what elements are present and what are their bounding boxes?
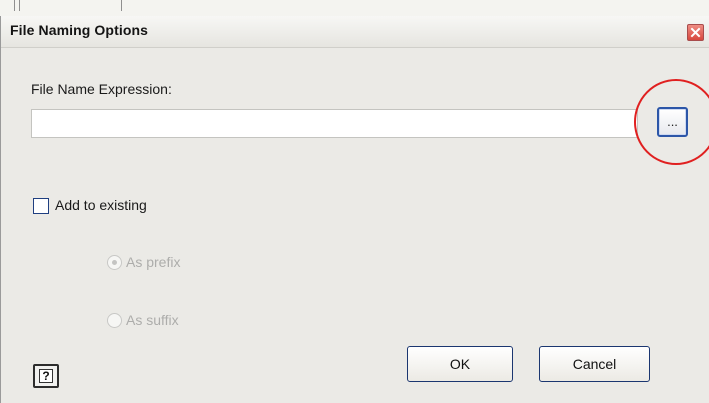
- help-icon: ?: [39, 369, 53, 383]
- background-divider: [121, 0, 122, 11]
- close-button[interactable]: [687, 24, 704, 41]
- add-to-existing-label[interactable]: Add to existing: [55, 197, 147, 213]
- as-suffix-label: As suffix: [126, 312, 179, 328]
- help-button[interactable]: ?: [33, 364, 59, 388]
- file-naming-options-dialog: File Naming Options File Name Expression…: [0, 16, 709, 403]
- file-name-expression-label: File Name Expression:: [31, 81, 172, 97]
- background-window-strip: [0, 0, 709, 16]
- background-divider: [19, 0, 20, 11]
- title-bar[interactable]: File Naming Options: [1, 16, 709, 48]
- dialog-title: File Naming Options: [10, 22, 149, 38]
- as-suffix-radio[interactable]: [107, 313, 122, 328]
- background-divider: [14, 0, 15, 11]
- close-icon: [690, 27, 701, 38]
- file-name-expression-input[interactable]: [31, 109, 638, 138]
- highlight-circle-annotation: [634, 79, 709, 165]
- as-prefix-label: As prefix: [126, 254, 181, 270]
- cancel-button[interactable]: Cancel: [539, 346, 650, 382]
- ok-button[interactable]: OK: [407, 346, 513, 382]
- radio-selected-dot: [112, 260, 117, 265]
- add-to-existing-checkbox[interactable]: [33, 198, 49, 214]
- as-prefix-radio[interactable]: [107, 255, 122, 270]
